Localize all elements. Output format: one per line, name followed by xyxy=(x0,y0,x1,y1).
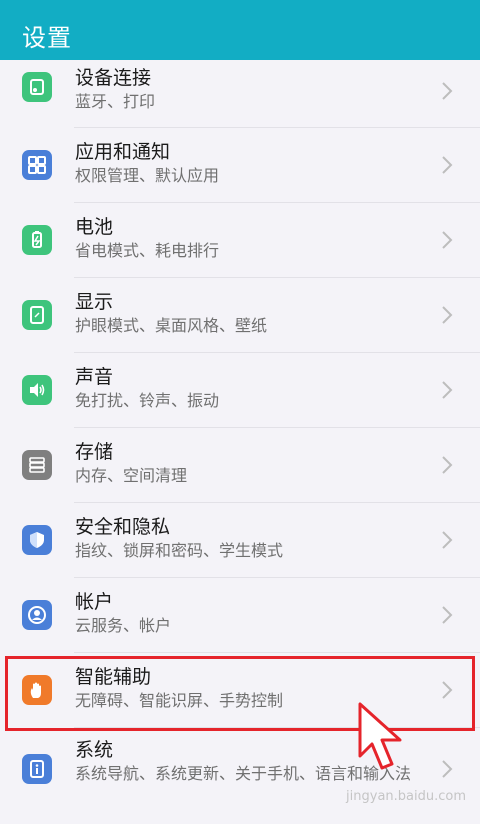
chevron-right-icon xyxy=(438,604,456,626)
settings-item-account[interactable]: 帐户 云服务、帐户 xyxy=(0,578,480,653)
storage-icon xyxy=(22,450,52,480)
watermark: jingyan.baidu.com xyxy=(346,789,466,804)
settings-item-security[interactable]: 安全和隐私 指纹、锁屏和密码、学生模式 xyxy=(0,503,480,578)
chevron-right-icon xyxy=(438,529,456,551)
item-title: 显示 xyxy=(75,291,114,313)
settings-item-sound[interactable]: 声音 免打扰、铃声、振动 xyxy=(0,353,480,428)
chevron-right-icon xyxy=(438,379,456,401)
page-title: 设置 xyxy=(22,24,72,52)
item-subtitle: 无障碍、智能识屏、手势控制 xyxy=(75,691,284,710)
settings-item-battery[interactable]: 电池 省电模式、耗电排行 xyxy=(0,203,480,278)
speaker-icon xyxy=(22,375,52,405)
shield-icon xyxy=(22,525,52,555)
chevron-right-icon xyxy=(438,758,456,780)
info-icon xyxy=(22,754,52,784)
settings-item-device-connection[interactable]: 设备连接 蓝牙、打印 xyxy=(0,60,480,128)
chevron-right-icon xyxy=(438,154,456,176)
item-subtitle: 护眼模式、桌面风格、壁纸 xyxy=(75,316,268,335)
item-subtitle: 权限管理、默认应用 xyxy=(75,166,220,185)
item-title: 应用和通知 xyxy=(75,141,171,163)
chevron-right-icon xyxy=(438,229,456,251)
item-title: 声音 xyxy=(75,366,114,388)
chevron-right-icon xyxy=(438,80,456,102)
item-title: 存储 xyxy=(75,441,114,463)
apps-grid-icon xyxy=(22,150,52,180)
app-bar: 设置 xyxy=(0,0,480,68)
display-icon xyxy=(22,300,52,330)
item-subtitle: 省电模式、耗电排行 xyxy=(75,241,220,260)
item-subtitle: 免打扰、铃声、振动 xyxy=(75,391,220,410)
item-title: 智能辅助 xyxy=(75,666,152,688)
settings-item-apps[interactable]: 应用和通知 权限管理、默认应用 xyxy=(0,128,480,203)
cursor-arrow-icon xyxy=(358,702,402,770)
item-subtitle: 蓝牙、打印 xyxy=(75,92,156,111)
item-title: 安全和隐私 xyxy=(75,516,171,538)
device-connection-icon xyxy=(22,72,52,102)
item-subtitle: 云服务、帐户 xyxy=(75,616,172,635)
item-title: 电池 xyxy=(75,216,114,238)
chevron-right-icon xyxy=(438,454,456,476)
hand-icon xyxy=(22,675,52,705)
item-title: 帐户 xyxy=(75,591,114,613)
settings-item-display[interactable]: 显示 护眼模式、桌面风格、壁纸 xyxy=(0,278,480,353)
chevron-right-icon xyxy=(438,304,456,326)
item-title: 设备连接 xyxy=(75,67,152,89)
battery-icon xyxy=(22,225,52,255)
settings-item-storage[interactable]: 存储 内存、空间清理 xyxy=(0,428,480,503)
item-subtitle: 内存、空间清理 xyxy=(75,466,188,485)
item-subtitle: 指纹、锁屏和密码、学生模式 xyxy=(75,541,284,560)
account-icon xyxy=(22,600,52,630)
chevron-right-icon xyxy=(438,679,456,701)
